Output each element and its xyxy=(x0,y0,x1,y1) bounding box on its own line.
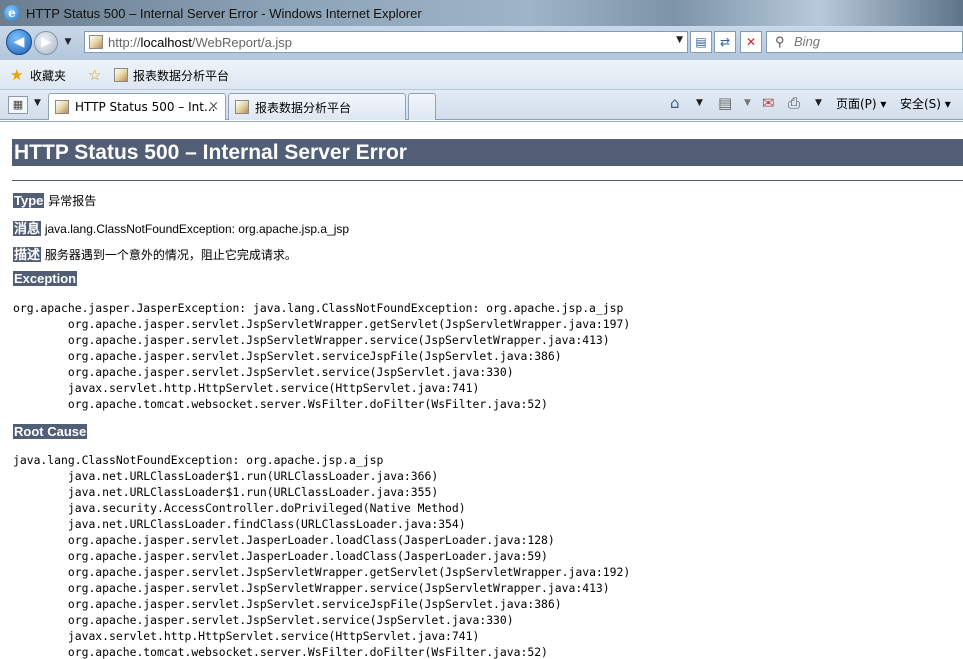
message-value: java.lang.ClassNotFoundException: org.ap… xyxy=(44,222,350,236)
exception-label: Exception xyxy=(13,271,78,286)
safety-menu[interactable]: 安全(S) ▾ xyxy=(900,95,951,112)
home-icon[interactable]: ⌂ xyxy=(670,94,680,112)
description-label: 描述 xyxy=(13,247,42,262)
refresh-button[interactable]: ⇄ xyxy=(714,31,736,53)
new-tab-button[interactable] xyxy=(408,93,436,120)
forward-arrow-icon: ▶ xyxy=(41,35,51,50)
favorites-star-icon[interactable]: ★ xyxy=(10,66,23,84)
page-title: HTTP Status 500 – Internal Server Error xyxy=(12,139,963,166)
quick-tabs-button[interactable]: ▦ xyxy=(8,96,28,114)
close-tab-icon[interactable]: × xyxy=(208,99,219,114)
favorites-button[interactable]: 收藏夹 xyxy=(30,67,66,84)
type-value: 异常报告 xyxy=(48,194,97,208)
root-cause-heading: Root Cause xyxy=(13,424,88,439)
window-title: HTTP Status 500 – Internal Server Error … xyxy=(26,5,422,21)
compatibility-icon: ▤ xyxy=(695,35,707,49)
type-row: Type 异常报告 xyxy=(13,192,96,209)
forward-button[interactable]: ▶ xyxy=(34,31,58,55)
tab-report-platform[interactable]: 报表数据分析平台 xyxy=(228,93,406,120)
favorite-link[interactable]: 报表数据分析平台 xyxy=(133,67,229,84)
description-value: 服务器遇到一个意外的情况，阻止它完成请求。 xyxy=(44,248,297,262)
feeds-icon[interactable]: ▤ xyxy=(718,94,732,112)
page-icon xyxy=(89,35,103,49)
print-icon[interactable]: ⎙ xyxy=(788,94,800,112)
back-arrow-icon: ◀ xyxy=(13,34,25,50)
add-favorites-icon[interactable]: ☆ xyxy=(88,66,101,84)
stop-icon: ✕ xyxy=(745,35,757,49)
window-title-bar[interactable]: e HTTP Status 500 – Internal Server Erro… xyxy=(0,0,963,26)
message-row: 消息 java.lang.ClassNotFoundException: org… xyxy=(13,218,349,237)
search-icon: ⚲ xyxy=(775,34,785,49)
back-button[interactable]: ◀ xyxy=(6,29,32,55)
type-label: Type xyxy=(13,193,45,208)
page-content: HTTP Status 500 – Internal Server Error … xyxy=(0,121,963,659)
tab-list-dropdown-icon[interactable]: ▼ xyxy=(34,98,41,108)
search-input[interactable]: ⚲ Bing xyxy=(766,31,963,53)
message-label: 消息 xyxy=(13,221,42,236)
address-bar[interactable]: http://localhost/WebReport/a.jsp ▼ xyxy=(84,31,688,53)
address-url[interactable]: http://localhost/WebReport/a.jsp xyxy=(108,35,292,50)
feeds-dropdown-icon[interactable]: ▼ xyxy=(744,98,751,108)
grid-icon: ▦ xyxy=(12,98,24,111)
tab-page-icon xyxy=(235,100,249,114)
recent-pages-dropdown[interactable]: ▼ xyxy=(62,34,74,50)
home-dropdown-icon[interactable]: ▼ xyxy=(696,98,703,108)
root-cause-stack-trace: java.lang.ClassNotFoundException: org.ap… xyxy=(13,453,631,659)
favorites-bar: ★ 收藏夹 ☆ 报表数据分析平台 xyxy=(0,60,963,90)
tab-page-icon xyxy=(55,100,69,114)
exception-heading: Exception xyxy=(13,271,78,286)
root-cause-label: Root Cause xyxy=(13,424,88,439)
favorite-link-icon xyxy=(114,68,128,82)
print-dropdown-icon[interactable]: ▼ xyxy=(815,98,822,108)
tab-label: 报表数据分析平台 xyxy=(255,100,352,115)
exception-stack-trace: org.apache.jasper.JasperException: java.… xyxy=(13,301,631,411)
description-row: 描述 服务器遇到一个意外的情况，阻止它完成请求。 xyxy=(13,244,297,263)
refresh-icon: ⇄ xyxy=(719,35,731,49)
mail-icon[interactable]: ✉ xyxy=(762,94,775,112)
navigation-bar: ◀ ▶ ▼ http://localhost/WebReport/a.jsp ▼… xyxy=(0,26,963,60)
search-placeholder: Bing xyxy=(794,34,821,49)
page-menu[interactable]: 页面(P) ▾ xyxy=(836,95,886,112)
tab-http-status-500[interactable]: HTTP Status 500 – Int... × xyxy=(48,93,226,120)
internet-explorer-icon: e xyxy=(4,5,20,21)
tab-label: HTTP Status 500 – Int... xyxy=(75,100,216,114)
address-dropdown-icon[interactable]: ▼ xyxy=(676,35,683,45)
divider xyxy=(12,180,963,181)
stop-button[interactable]: ✕ xyxy=(740,31,762,53)
compatibility-view-button[interactable]: ▤ xyxy=(690,31,712,53)
